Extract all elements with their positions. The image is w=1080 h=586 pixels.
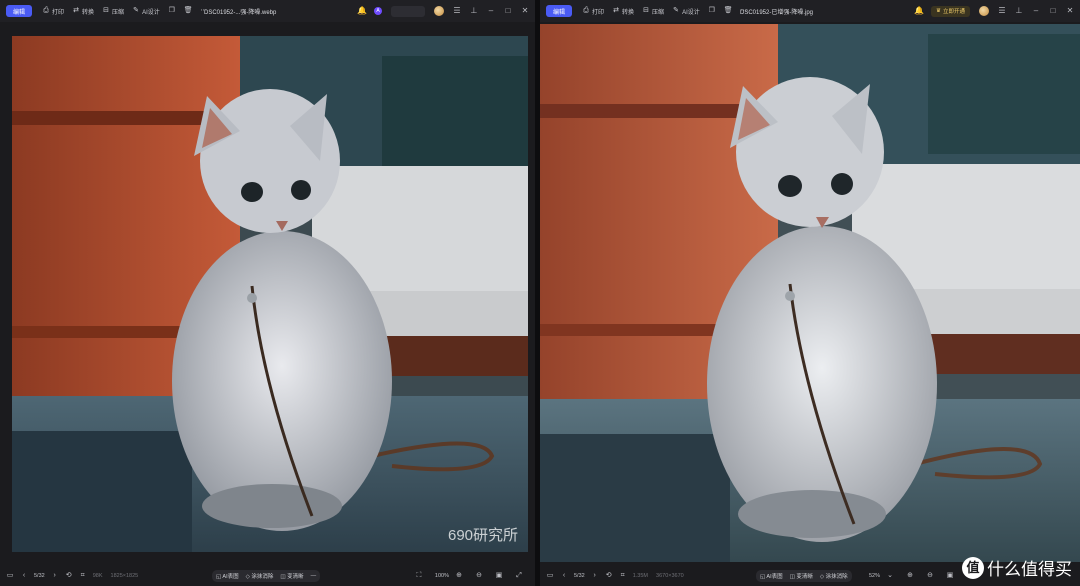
rotate-icon[interactable]: ⟲	[605, 572, 613, 580]
avatar[interactable]	[434, 6, 444, 16]
edit-button[interactable]: 编辑	[546, 5, 573, 17]
fit-icon[interactable]: ⛶	[415, 572, 423, 580]
print-button[interactable]: ⎙ 打印	[42, 7, 64, 16]
sharpen-button[interactable]: ◫ 变清晰	[280, 572, 303, 580]
zoom-in-icon[interactable]: ⊕	[455, 572, 463, 580]
convert-button[interactable]: ⇄ 转换	[612, 7, 634, 16]
copy-button[interactable]: ❐	[168, 7, 176, 15]
crop-icon[interactable]: ⌗	[79, 572, 87, 580]
pin-icon[interactable]: ⊥	[470, 7, 478, 15]
ai-badge-icon[interactable]: A	[374, 7, 382, 15]
actual-size-icon[interactable]: ▣	[495, 572, 503, 580]
page-counter: 5/32	[34, 573, 45, 579]
delete-button[interactable]: 🗑	[723, 7, 733, 15]
printer-icon: ⎙	[43, 7, 49, 14]
vip-button[interactable]: ♛ 立即开通	[931, 5, 970, 17]
print-button[interactable]: ⎙ 打印	[582, 7, 604, 16]
zoom-level[interactable]: 52%	[869, 573, 880, 579]
copy-icon: ❐	[168, 7, 175, 14]
zoom-dropdown-icon[interactable]: ⌄	[886, 572, 894, 580]
file-name: DSC01952-...强-降噪.webp	[204, 10, 277, 16]
image-resolution: 1825×1825	[110, 573, 139, 579]
ai-tools-segment: ◱ AI表图 ◫ 变清晰 ◇ 涂抹消除	[756, 570, 852, 582]
ai-design-icon: ✎	[133, 7, 139, 14]
watermark-text: 690研究所	[448, 527, 519, 544]
maximize-icon[interactable]: □	[504, 7, 512, 15]
minimize-icon[interactable]: –	[1032, 7, 1040, 15]
crop-icon[interactable]: ⌗	[619, 572, 627, 580]
pin-icon[interactable]: ⊥	[1015, 7, 1023, 15]
convert-icon: ⇄	[73, 7, 79, 14]
trash-icon: 🗑	[723, 7, 733, 14]
zoom-in-icon[interactable]: ⊕	[906, 572, 914, 580]
image-canvas-right[interactable]	[540, 24, 1080, 562]
delete-button[interactable]: 🗑	[183, 7, 193, 15]
compress-button[interactable]: ⊟ 压缩	[642, 7, 664, 16]
page-counter: 5/32	[574, 573, 585, 579]
rotate-icon[interactable]: ⟲	[65, 572, 73, 580]
ai-bg-button[interactable]: ◱ AI表图	[760, 572, 783, 580]
sharpen-button[interactable]: ◫ 变清晰	[790, 572, 813, 580]
bell-icon[interactable]: 🔔	[357, 7, 367, 15]
crown-icon: ♛	[936, 8, 941, 14]
left-viewer-pane: 编辑 ⎙ 打印 ⇄ 转换 ⊟ 压缩 ✎ AI设计 ❐ 🗑 ⋯ DSC01952-...强…	[0, 0, 535, 586]
printer-icon: ⎙	[583, 7, 589, 14]
maximize-icon[interactable]: □	[1049, 7, 1057, 15]
close-icon[interactable]: ✕	[1066, 7, 1074, 15]
compress-icon: ⊟	[643, 7, 649, 14]
edit-button[interactable]: 编辑	[6, 5, 33, 17]
convert-button[interactable]: ⇄ 转换	[72, 7, 94, 16]
erase-button[interactable]: ◇ 涂抹消除	[820, 572, 848, 580]
copy-button[interactable]: ❐	[708, 7, 716, 15]
next-icon[interactable]: ›	[51, 572, 59, 580]
image-resolution: 3670×3670	[656, 573, 684, 579]
file-name: DSC01952-已增强-降噪.jpg	[740, 10, 814, 16]
ai-design-button[interactable]: ✎ AI设计	[672, 7, 700, 16]
close-icon[interactable]: ✕	[521, 7, 529, 15]
next-icon[interactable]: ›	[591, 572, 599, 580]
ai-bg-button[interactable]: ◱ AI表图	[216, 572, 239, 580]
prev-icon[interactable]: ‹	[20, 572, 28, 580]
erase-button[interactable]: ◇ 涂抹消除	[246, 572, 274, 580]
compress-button[interactable]: ⊟ 压缩	[102, 7, 124, 16]
prev-icon[interactable]: ‹	[560, 572, 568, 580]
ai-tools-segment: ◱ AI表图 ◇ 涂抹消除 ◫ 变清晰 —	[212, 570, 321, 582]
file-size: 98K	[92, 573, 103, 579]
search-pill[interactable]	[391, 5, 425, 17]
left-bottombar: ▭ ‹ 5/32 › ⟲ ⌗ 98K 1825×1825 ◱ AI表图 ◇ 涂抹…	[0, 566, 535, 586]
more-tools-button[interactable]: —	[311, 573, 317, 579]
brand-name: 什么值得买	[987, 560, 1072, 579]
avatar[interactable]	[979, 6, 989, 16]
trash-icon: 🗑	[183, 7, 193, 14]
brand-watermark: 值 什么值得买	[962, 555, 1072, 580]
bell-icon[interactable]: 🔔	[914, 7, 924, 15]
compress-icon: ⊟	[103, 7, 109, 14]
menu-icon[interactable]: ☰	[998, 7, 1006, 15]
zoom-out-icon[interactable]: ⊖	[926, 572, 934, 580]
image-canvas-left[interactable]: 690研究所	[12, 36, 528, 552]
right-toolbar: 编辑 ⎙ 打印 ⇄ 转换 ⊟ 压缩 ✎ AI设计 ❐ 🗑 ⋯ DSC01952-已增强-…	[540, 0, 1080, 22]
copy-icon: ❐	[708, 7, 715, 14]
fullscreen-icon[interactable]: ⤢	[515, 572, 523, 580]
file-size: 1.35M	[632, 573, 649, 579]
cat-photo-right	[540, 24, 1080, 562]
menu-icon[interactable]: ☰	[453, 7, 461, 15]
thumbnail-icon[interactable]: ▭	[546, 572, 554, 580]
ai-design-button[interactable]: ✎ AI设计	[132, 7, 160, 16]
actual-size-icon[interactable]: ▣	[946, 572, 954, 580]
left-toolbar: 编辑 ⎙ 打印 ⇄ 转换 ⊟ 压缩 ✎ AI设计 ❐ 🗑 ⋯ DSC01952-...强…	[0, 0, 535, 22]
ai-design-icon: ✎	[673, 7, 679, 14]
zoom-level[interactable]: 100%	[435, 573, 449, 579]
zoom-out-icon[interactable]: ⊖	[475, 572, 483, 580]
cat-photo-left	[12, 36, 528, 552]
right-viewer-pane: 编辑 ⎙ 打印 ⇄ 转换 ⊟ 压缩 ✎ AI设计 ❐ 🗑 ⋯ DSC01952-已增强-…	[540, 0, 1080, 586]
brand-logo-icon: 值	[962, 556, 984, 579]
convert-icon: ⇄	[613, 7, 619, 14]
thumbnail-icon[interactable]: ▭	[6, 572, 14, 580]
minimize-icon[interactable]: –	[487, 7, 495, 15]
